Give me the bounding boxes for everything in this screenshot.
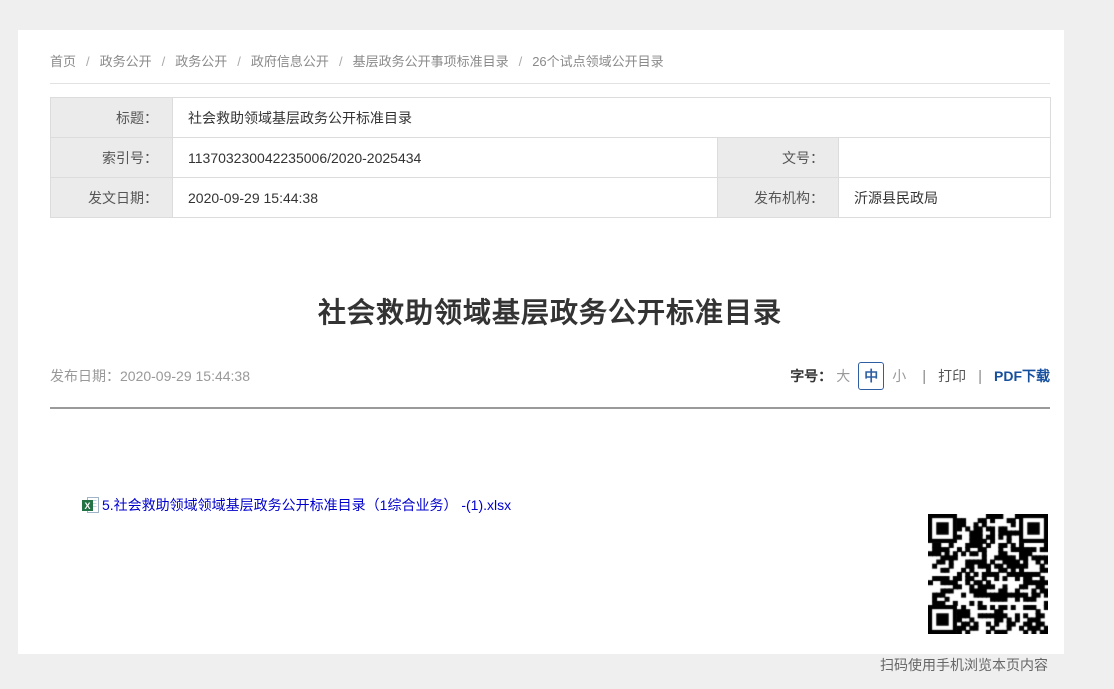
font-size-large-button[interactable]: 大	[836, 366, 850, 386]
breadcrumb-separator: /	[162, 54, 166, 69]
document-meta-table: 标题： 社会救助领域基层政务公开标准目录 索引号： 11370323004223…	[50, 97, 1051, 218]
meta-agency-value: 沂源县民政局	[839, 178, 1051, 218]
pdf-download-button[interactable]: PDF下载	[994, 366, 1050, 386]
page-title: 社会救助领域基层政务公开标准目录	[50, 291, 1050, 331]
breadcrumb: 首页 / 政务公开 / 政务公开 / 政府信息公开 / 基层政务公开事项标准目录 / 26个试点领域…	[50, 30, 1050, 84]
breadcrumb-item-zhengwu-1[interactable]: 政务公开	[100, 54, 152, 69]
meta-title-value: 社会救助领域基层政务公开标准目录	[173, 98, 1051, 138]
font-size-small-button[interactable]: 小	[892, 366, 906, 386]
table-row: 发文日期： 2020-09-29 15:44:38 发布机构： 沂源县民政局	[51, 178, 1051, 218]
table-row: 标题： 社会救助领域基层政务公开标准目录	[51, 98, 1051, 138]
meta-title-label: 标题：	[51, 98, 173, 138]
article-toolbar: 字号： 大 中 小 | 打印 | PDF下载	[790, 362, 1050, 390]
publish-date-value: 2020-09-29 15:44:38	[120, 368, 250, 384]
publish-date-label: 发布日期：	[50, 368, 120, 384]
breadcrumb-item-standard-catalog[interactable]: 基层政务公开事项标准目录	[353, 54, 509, 69]
toolbar-divider: |	[922, 368, 926, 385]
toolbar-divider: |	[978, 368, 982, 385]
qr-block: 扫码使用手机浏览本页内容	[880, 514, 1048, 675]
breadcrumb-item-pilot-catalog[interactable]: 26个试点领域公开目录	[532, 54, 663, 69]
breadcrumb-item-home[interactable]: 首页	[50, 54, 76, 69]
qr-code	[928, 514, 1048, 634]
publish-date: 发布日期：2020-09-29 15:44:38	[50, 366, 250, 386]
meta-docnum-label: 文号：	[718, 138, 839, 178]
content-card: 首页 / 政务公开 / 政务公开 / 政府信息公开 / 基层政务公开事项标准目录 / 26个试点领域…	[18, 30, 1064, 654]
print-button[interactable]: 打印	[938, 366, 966, 386]
attachment-link[interactable]: 5.社会救助领域领域基层政务公开标准目录（1综合业务） -(1).xlsx	[102, 495, 511, 515]
meta-docnum-value	[839, 138, 1051, 178]
breadcrumb-item-zhengwu-2[interactable]: 政务公开	[175, 54, 227, 69]
excel-file-icon: X	[82, 497, 99, 513]
breadcrumb-separator: /	[519, 54, 523, 69]
font-size-medium-button[interactable]: 中	[858, 362, 884, 390]
breadcrumb-separator: /	[237, 54, 241, 69]
meta-index-label: 索引号：	[51, 138, 173, 178]
breadcrumb-item-gov-info[interactable]: 政府信息公开	[251, 54, 329, 69]
meta-index-value: 113703230042235006/2020-2025434	[173, 138, 718, 178]
svg-text:X: X	[84, 501, 90, 511]
table-row: 索引号： 113703230042235006/2020-2025434 文号：	[51, 138, 1051, 178]
meta-date-label: 发文日期：	[51, 178, 173, 218]
breadcrumb-separator: /	[339, 54, 343, 69]
meta-date-value: 2020-09-29 15:44:38	[173, 178, 718, 218]
qr-caption: 扫码使用手机浏览本页内容	[880, 655, 1048, 675]
font-size-label: 字号：	[790, 366, 832, 386]
attachment-row: X 5.社会救助领域领域基层政务公开标准目录（1综合业务） -(1).xlsx	[82, 495, 511, 515]
article-meta-row: 发布日期：2020-09-29 15:44:38 字号： 大 中 小 | 打印 …	[50, 362, 1050, 390]
lower-section: X 5.社会救助领域领域基层政务公开标准目录（1综合业务） -(1).xlsx …	[50, 409, 1050, 675]
meta-agency-label: 发布机构：	[718, 178, 839, 218]
breadcrumb-separator: /	[86, 54, 90, 69]
